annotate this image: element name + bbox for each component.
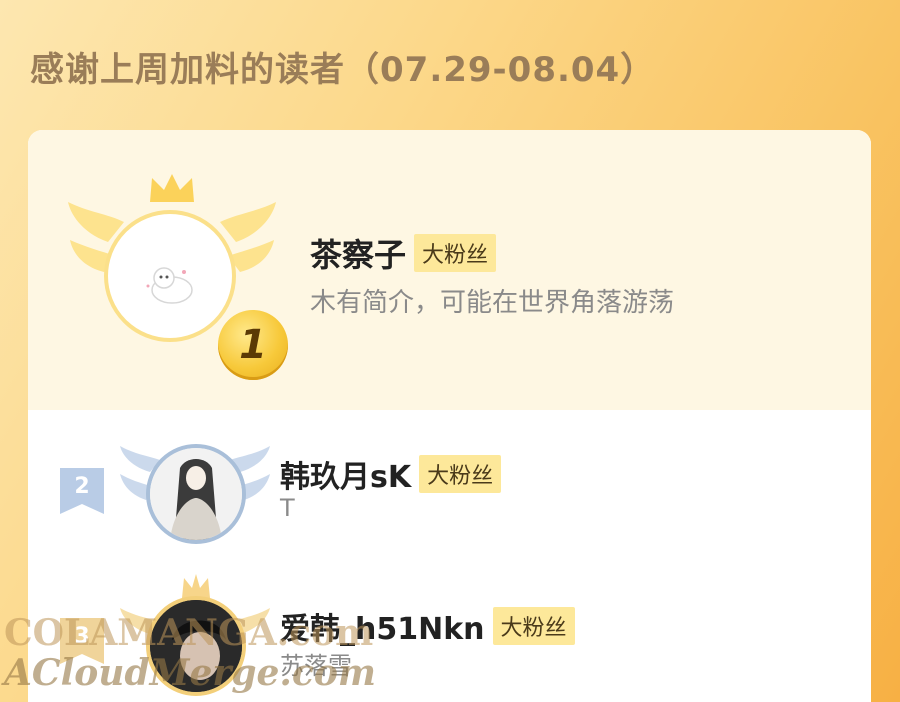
ink-portrait-avatar-icon: [150, 448, 242, 540]
reader-name-row: 韩玖月sK 大粉丝: [280, 452, 502, 496]
rank-2-tag: 2: [60, 468, 104, 514]
reader-avatar[interactable]: [146, 444, 246, 544]
watermark-line1: COLAMANGA.com: [4, 612, 374, 654]
reader-name[interactable]: 茶察子: [310, 230, 406, 276]
top-reader-card[interactable]: 1 茶察子 大粉丝 木有简介，可能在世界角落游荡: [28, 130, 871, 410]
puppy-avatar-icon: [146, 267, 193, 304]
fan-level-badge: 大粉丝: [419, 455, 502, 493]
fan-level-badge: 大粉丝: [414, 234, 497, 272]
reader-bio: T: [280, 494, 295, 522]
fan-level-badge: 大粉丝: [492, 607, 575, 645]
gold-wreath-emblem: 1: [68, 172, 288, 380]
watermark-line2: ACloudMerge.com: [4, 652, 376, 694]
reader-bio: 木有简介，可能在世界角落游荡: [310, 288, 675, 318]
page-title: 感谢上周加料的读者（07.29-08.04）: [30, 50, 656, 90]
rank-1-badge: 1: [218, 310, 288, 380]
rank-number: 2: [74, 474, 90, 499]
reader-name-row: 茶察子 大粉丝: [310, 230, 497, 276]
reader-name[interactable]: 韩玖月sK: [280, 452, 411, 496]
reader-avatar[interactable]: [104, 210, 236, 342]
